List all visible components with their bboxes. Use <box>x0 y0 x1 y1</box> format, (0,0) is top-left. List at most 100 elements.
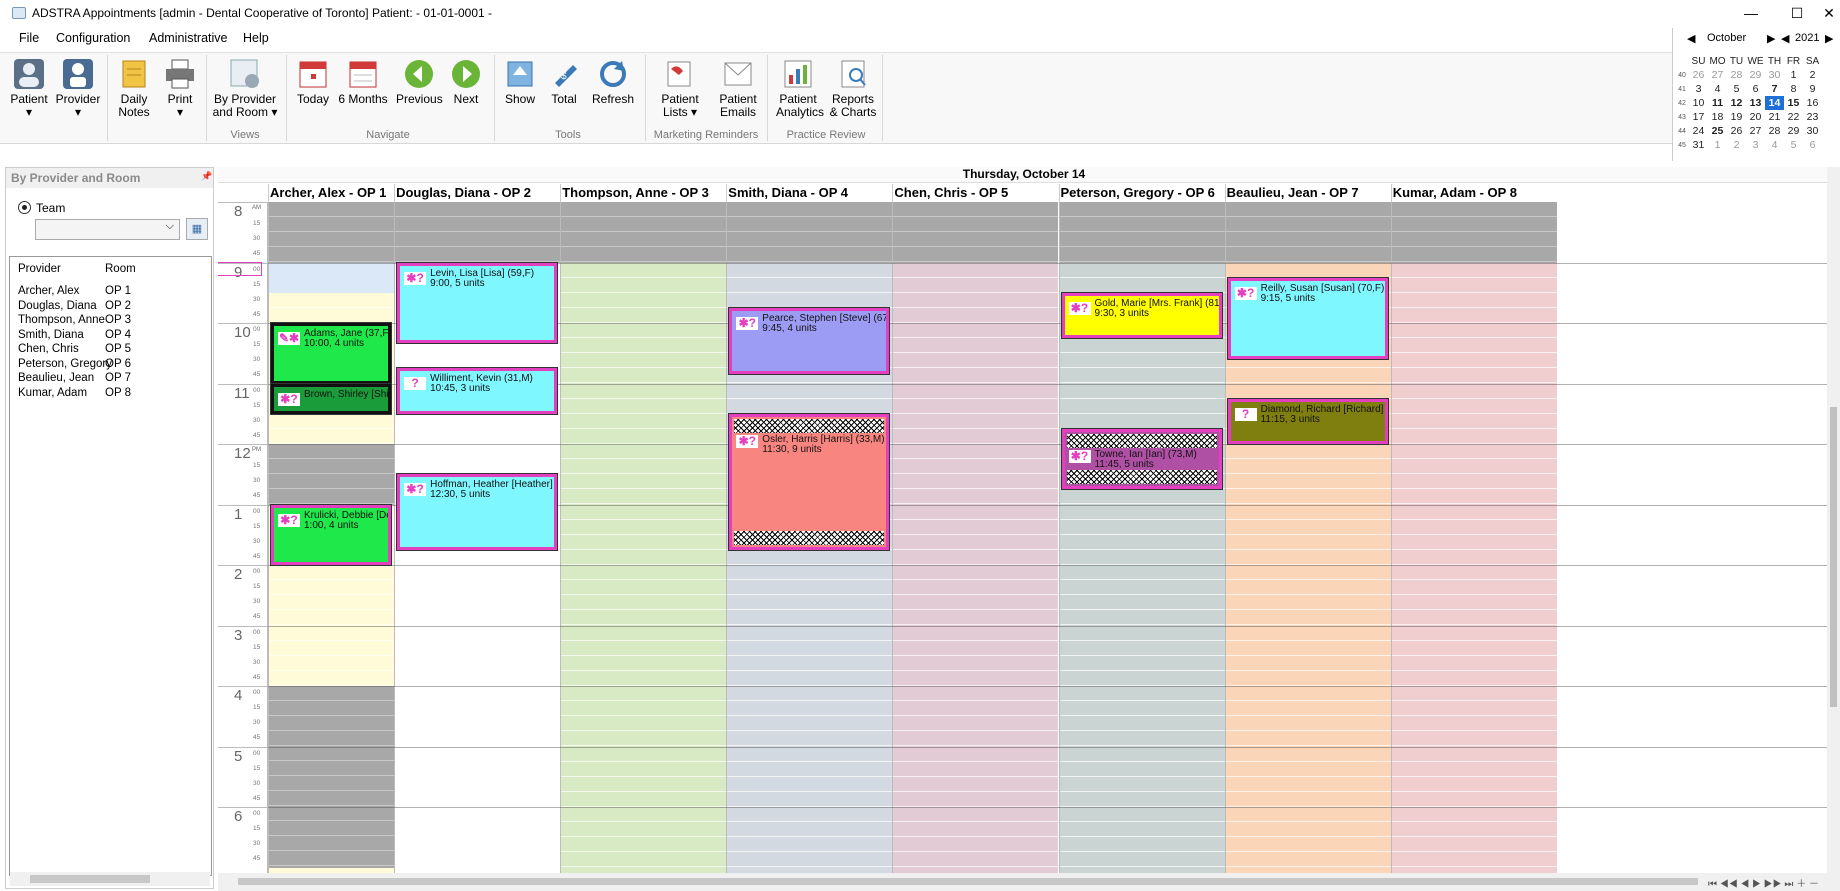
calendar-day[interactable]: 13 <box>1746 96 1765 110</box>
six-months-button[interactable]: 6 Months <box>338 57 388 106</box>
time-slot[interactable] <box>561 762 727 777</box>
time-slot[interactable] <box>269 641 395 656</box>
time-slot[interactable] <box>727 792 893 807</box>
time-slot[interactable] <box>269 626 395 641</box>
time-slot[interactable] <box>893 368 1059 384</box>
time-slot[interactable] <box>893 535 1059 550</box>
column-op8[interactable] <box>1390 202 1557 873</box>
time-slot[interactable] <box>893 323 1059 338</box>
time-slot[interactable] <box>395 762 561 777</box>
time-slot[interactable] <box>1059 535 1225 550</box>
time-slot[interactable] <box>1225 565 1391 580</box>
by-provider-and-room-button[interactable]: By Provider and Room ▾ <box>212 57 278 119</box>
appointment-card[interactable]: ✱? Gold, Marie [Mrs. Frank] (81,F) 9:30, 3… <box>1060 291 1223 340</box>
time-slot[interactable] <box>395 731 561 747</box>
time-slot[interactable] <box>1059 550 1225 565</box>
total-button[interactable]: $ Total <box>546 57 582 106</box>
time-slot[interactable] <box>395 444 561 459</box>
next-month-icon[interactable]: ▶ <box>1767 32 1775 45</box>
time-slot[interactable] <box>1059 837 1225 853</box>
panel-horizontal-scrollbar[interactable] <box>10 872 210 886</box>
provider-row[interactable]: Kumar, Adam OP 8 <box>10 387 210 404</box>
time-slot[interactable] <box>893 671 1059 686</box>
calendar-day[interactable]: 20 <box>1746 110 1765 124</box>
time-slot[interactable] <box>1391 293 1557 308</box>
time-slot[interactable] <box>727 263 893 278</box>
appointment-card[interactable]: ? Williment, Kevin (31,M) 10:45, 3 units <box>396 367 559 415</box>
time-slot[interactable] <box>1059 489 1225 505</box>
time-slot[interactable] <box>561 807 727 822</box>
time-slot[interactable] <box>561 293 727 308</box>
time-slot[interactable] <box>727 610 893 626</box>
time-slot[interactable] <box>561 550 727 565</box>
time-slot[interactable] <box>1059 731 1225 747</box>
patient-emails-button[interactable]: Patient Emails <box>716 57 760 119</box>
time-slot[interactable] <box>1059 792 1225 807</box>
time-slot[interactable] <box>893 686 1059 701</box>
time-slot[interactable] <box>1225 505 1391 520</box>
time-slot[interactable] <box>893 263 1059 278</box>
appointment-card[interactable]: ✎✱ Adams, Jane (37,F) 10:00, 4 units <box>269 322 393 385</box>
time-slot[interactable] <box>1391 792 1557 807</box>
time-slot[interactable] <box>893 852 1059 868</box>
appointment-card[interactable]: ✱?Hoffman, Heather [Heather] (65,12:30, … <box>396 473 559 551</box>
calendar-day[interactable]: 5 <box>1727 82 1746 96</box>
calendar-day[interactable]: 17 <box>1689 110 1708 124</box>
time-slot[interactable] <box>1059 762 1225 777</box>
time-slot[interactable] <box>727 731 893 747</box>
show-button[interactable]: Show <box>502 57 538 106</box>
time-slot[interactable] <box>1391 762 1557 777</box>
time-slot[interactable] <box>1059 278 1225 293</box>
time-slot[interactable] <box>561 747 727 762</box>
time-slot[interactable] <box>1391 368 1557 384</box>
time-slot[interactable] <box>727 701 893 717</box>
time-slot[interactable] <box>1225 459 1391 475</box>
time-slot[interactable] <box>1225 762 1391 777</box>
time-slot[interactable] <box>893 595 1059 611</box>
time-slot[interactable] <box>893 716 1059 732</box>
time-slot[interactable] <box>395 550 561 565</box>
time-slot[interactable] <box>561 505 727 520</box>
time-slot[interactable] <box>1059 852 1225 868</box>
next-button[interactable]: Next <box>448 57 484 106</box>
time-slot[interactable] <box>1391 399 1557 414</box>
time-slot[interactable] <box>561 656 727 671</box>
time-slot[interactable] <box>893 489 1059 505</box>
patient-button[interactable]: Patient ▾ <box>8 57 50 119</box>
calendar-day[interactable]: 2 <box>1803 68 1822 82</box>
time-slot[interactable] <box>269 565 395 580</box>
time-slot[interactable] <box>1059 807 1225 822</box>
time-slot[interactable] <box>561 837 727 853</box>
appointment-card[interactable]: ✱? Brown, Shirley [Shirley] (65,F) <box>269 382 393 415</box>
time-slot[interactable] <box>727 777 893 792</box>
time-slot[interactable] <box>727 716 893 732</box>
calendar-icon[interactable]: ▦ <box>186 218 208 240</box>
time-slot[interactable] <box>1391 308 1557 323</box>
time-slot[interactable] <box>1225 822 1391 838</box>
time-slot[interactable] <box>561 263 727 278</box>
calendar-day[interactable]: 15 <box>1784 96 1803 110</box>
time-slot[interactable] <box>1059 399 1225 414</box>
time-slot[interactable] <box>1059 505 1225 520</box>
calendar-day[interactable]: 9 <box>1803 82 1822 96</box>
time-slot[interactable] <box>395 701 561 717</box>
time-slot[interactable] <box>395 459 561 475</box>
time-slot[interactable] <box>561 353 727 369</box>
time-slot[interactable] <box>1225 263 1391 278</box>
appointment-card[interactable]: ✱? Osler, Harris [Harris] (33,M) 11:30, 9 … <box>728 412 891 551</box>
calendar-day[interactable]: 4 <box>1765 138 1784 152</box>
time-slot[interactable] <box>727 595 893 611</box>
provider-button[interactable]: Provider ▾ <box>55 57 101 119</box>
time-slot[interactable] <box>1391 505 1557 520</box>
time-slot[interactable] <box>561 595 727 611</box>
time-slot[interactable] <box>893 807 1059 822</box>
time-slot[interactable] <box>561 444 727 459</box>
minimize-button[interactable]: — <box>1728 0 1774 27</box>
time-slot[interactable] <box>561 414 727 429</box>
time-slot[interactable] <box>561 641 727 656</box>
time-slot[interactable] <box>1391 429 1557 444</box>
time-slot[interactable] <box>727 852 893 868</box>
time-slot[interactable] <box>893 459 1059 475</box>
time-slot[interactable] <box>395 716 561 732</box>
time-slot[interactable] <box>561 626 727 641</box>
